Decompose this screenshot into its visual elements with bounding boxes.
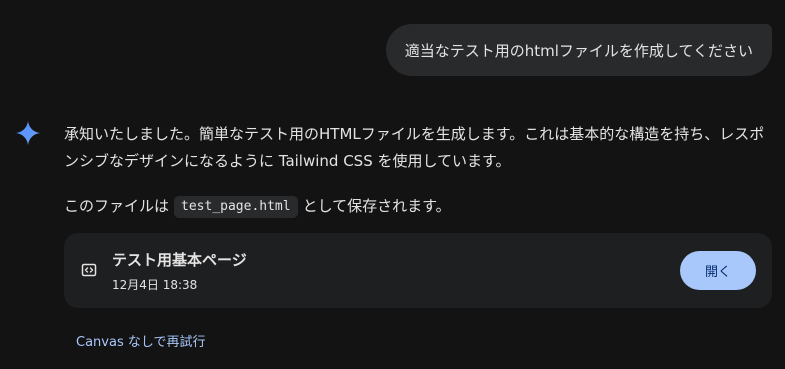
filename-code: test_page.html (174, 195, 298, 218)
file-timestamp: 12月4日 18:38 (112, 278, 198, 292)
user-message-bubble: 適当なテスト用のhtmlファイルを作成してください (385, 24, 772, 76)
code-file-icon (81, 263, 97, 277)
gemini-sparkle-icon (16, 121, 40, 145)
user-message-text: 適当なテスト用のhtmlファイルを作成してください (404, 41, 753, 60)
file-title: テスト用基本ページ (112, 251, 247, 269)
open-button[interactable]: 開く (680, 251, 756, 290)
canvas-file-card[interactable]: テスト用基本ページ 12月4日 18:38 開く (64, 233, 772, 308)
assistant-response: 承知いたしました。簡単なテスト用のHTMLファイルを生成します。これは基本的な構… (64, 121, 774, 220)
paragraph-2-prefix: このファイルは (64, 197, 170, 215)
response-paragraph-1: 承知いたしました。簡単なテスト用のHTMLファイルを生成します。これは基本的な構… (64, 125, 765, 170)
retry-without-canvas-link[interactable]: Canvas なしで再試行 (76, 331, 205, 350)
paragraph-2-suffix: として保存されます。 (302, 197, 451, 215)
response-paragraph-2: このファイルは test_page.html として保存されます。 (64, 193, 774, 220)
chat-page: 適当なテスト用のhtmlファイルを作成してください 承知いたしました。簡単なテス… (0, 0, 785, 369)
